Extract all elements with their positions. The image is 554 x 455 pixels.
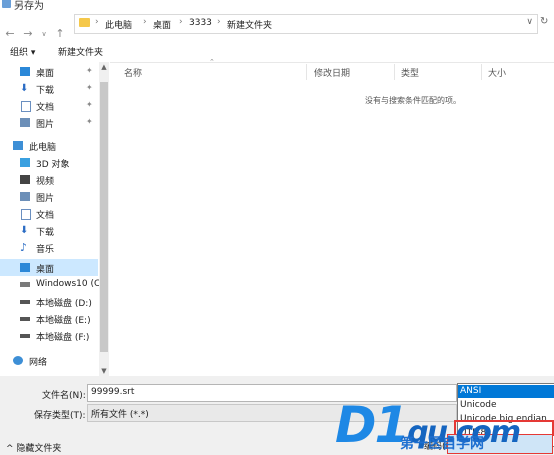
address-dropdown-icon[interactable]: ∨ [526,17,533,27]
pin-icon: ✦ [86,66,93,75]
sidebar-item-downloads-quick[interactable]: ⬇ 下载 ✦ [0,80,98,97]
organize-button[interactable]: 组织 ▾ [10,45,35,58]
recent-dropdown-icon[interactable]: ∨ [38,28,50,40]
sidebar-item-label: 本地磁盘 (F:) [36,333,90,343]
drive-icon [20,300,30,304]
sidebar-item-label: 视频 [36,177,55,187]
toolbar: 组织 ▾ 新建文件夹 [0,40,554,63]
sidebar-item-label: 桌面 [36,69,55,79]
drive-icon [20,334,30,338]
sidebar-scrollbar[interactable]: ▲ ▼ [99,62,109,376]
sidebar-item-this-pc[interactable]: 此电脑 [0,137,98,154]
column-divider [394,64,395,80]
music-icon: ♪ [20,241,28,254]
column-header-size[interactable]: 大小 [488,66,506,79]
sidebar-item-label: 音乐 [36,245,55,255]
sidebar-item-desktop[interactable]: 桌面 [0,259,98,276]
hide-folders-toggle[interactable]: ^ 隐藏文件夹 [6,441,61,454]
folder-icon [79,18,90,27]
filetype-label: 保存类型(T): [34,411,86,421]
sidebar-item-videos[interactable]: 视频 [0,171,98,188]
sidebar-item-documents[interactable]: 文档 [0,205,98,222]
document-icon [21,209,31,220]
sidebar-item-label: Windows10 (C: [36,279,104,289]
column-header-modified[interactable]: 修改日期 [314,66,350,79]
column-header-type[interactable]: 类型 [401,66,419,79]
3d-objects-icon [20,158,30,167]
sidebar-item-label: 网络 [29,358,48,368]
breadcrumb-desktop[interactable]: 桌面 [153,18,171,31]
watermark-subtitle: 第一区自学网 [400,436,484,452]
forward-arrow-icon[interactable]: → [22,28,34,40]
sidebar-item-3d-objects[interactable]: 3D 对象 [0,154,98,171]
pin-icon: ✦ [86,100,93,109]
sidebar-item-label: 图片 [36,120,55,130]
sidebar-item-network[interactable]: 网络 [0,352,98,369]
navigation-pane: 桌面 ✦ ⬇ 下载 ✦ 文档 ✦ 图片 ✦ 此电脑 3D 对象 视频 图片 文档… [0,62,110,376]
title-bar: 另存为 [0,0,554,12]
filename-label: 文件名(N): [42,391,86,401]
sidebar-item-label: 下载 [36,228,55,238]
filetype-value: 所有文件 (*.*) [91,410,149,420]
address-bar[interactable]: › 此电脑 › 桌面 › 3333 › 新建文件夹 ∨ [74,14,538,34]
sidebar-item-label: 此电脑 [29,143,57,153]
drive-icon [20,317,30,321]
empty-folder-message: 没有与搜索条件匹配的项。 [365,96,461,105]
up-arrow-icon[interactable]: ↑ [54,28,66,40]
computer-icon [13,141,23,150]
desktop-icon [20,67,30,76]
column-divider [306,64,307,80]
picture-icon [20,192,30,201]
sidebar-item-label: 图片 [36,194,55,204]
column-divider [481,64,482,80]
sidebar-item-drive-d[interactable]: 本地磁盘 (D:) [0,293,98,310]
sidebar-item-drive-e[interactable]: 本地磁盘 (E:) [0,310,98,327]
filename-value: 99999.srt [91,387,135,397]
drive-icon [20,282,30,287]
network-icon [13,356,23,365]
sidebar-item-label: 文档 [36,211,55,221]
breadcrumb-new-folder[interactable]: 新建文件夹 [227,18,272,31]
sort-arrow-icon: ⌃ [209,58,215,66]
column-header-name[interactable]: 名称 [124,66,142,79]
back-arrow-icon[interactable]: ← [4,28,16,40]
sidebar-item-label: 文档 [36,103,55,113]
download-icon: ⬇ [20,83,29,94]
document-icon [21,101,31,112]
sidebar-item-label: 本地磁盘 (D:) [36,299,92,309]
breadcrumb-3333[interactable]: 3333 [189,18,212,28]
sidebar-item-pictures-quick[interactable]: 图片 ✦ [0,114,98,131]
pin-icon: ✦ [86,117,93,126]
window-title: 另存为 [14,1,44,12]
scrollbar-thumb[interactable] [100,82,108,352]
sidebar-item-label: 桌面 [36,265,55,275]
picture-icon [20,118,30,127]
video-icon [20,175,30,184]
sidebar-item-downloads[interactable]: ⬇ 下载 [0,222,98,239]
scroll-up-icon[interactable]: ▲ [99,63,109,71]
pin-icon: ✦ [86,83,93,92]
sidebar-item-desktop-quick[interactable]: 桌面 ✦ [0,63,98,80]
sidebar-item-documents-quick[interactable]: 文档 ✦ [0,97,98,114]
sidebar-item-drive-f[interactable]: 本地磁盘 (F:) [0,327,98,344]
sidebar-item-label: 本地磁盘 (E:) [36,316,91,326]
sidebar-item-music[interactable]: ♪ 音乐 [0,239,98,256]
new-folder-button[interactable]: 新建文件夹 [58,45,103,58]
breadcrumb-this-pc[interactable]: 此电脑 [105,18,132,31]
scroll-down-icon[interactable]: ▼ [99,367,109,375]
sidebar-item-label: 下载 [36,86,55,96]
sidebar-item-drive-c[interactable]: Windows10 (C: [0,276,103,293]
sidebar-item-label: 3D 对象 [36,160,70,170]
sidebar-item-pictures[interactable]: 图片 [0,188,98,205]
desktop-icon [20,263,30,272]
refresh-icon[interactable]: ↻ [540,16,548,27]
save-dialog-icon [2,0,11,8]
download-icon: ⬇ [20,225,29,236]
